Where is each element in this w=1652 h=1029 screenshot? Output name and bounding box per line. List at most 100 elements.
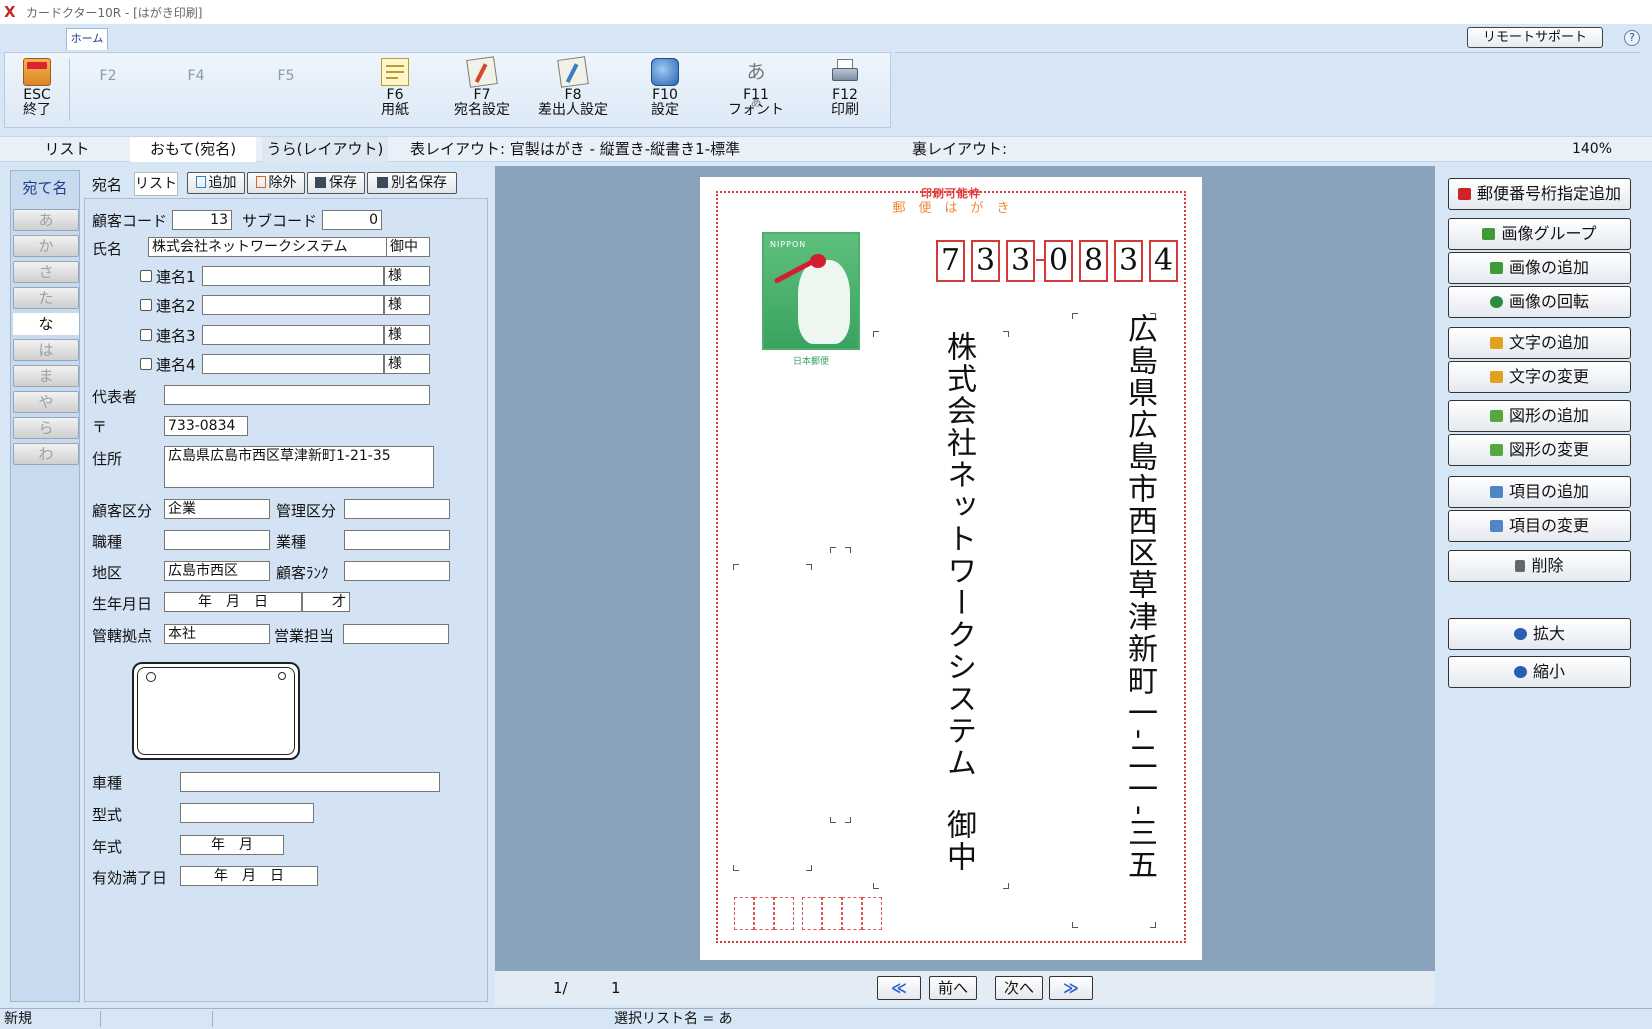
zoom-in-icon xyxy=(1513,628,1527,640)
zip-digit-add-button[interactable]: 郵便番号桁指定追加 xyxy=(1448,178,1631,210)
representative-field[interactable] xyxy=(164,385,430,405)
tab-back-layout[interactable]: うら(レイアウト) xyxy=(262,137,388,162)
tab-home[interactable]: ホーム xyxy=(66,28,108,50)
shape-edit-button[interactable]: 図形の変更 xyxy=(1448,434,1631,466)
joint-name-3-checkbox[interactable] xyxy=(140,329,152,341)
subtab-address[interactable]: 宛名 xyxy=(92,174,122,195)
area-field[interactable]: 広島市西区 xyxy=(164,561,270,581)
kana-tab-sa[interactable]: さ xyxy=(13,261,79,283)
f8-sender-setting-button[interactable]: F8 差出人設定 xyxy=(527,53,619,129)
add-button[interactable]: 追加 xyxy=(187,172,245,194)
postcard[interactable]: 印刷可能枠 郵 便 は が き NIPPON 日本郵便 7 3 3 0 8 3 … xyxy=(700,177,1202,960)
kana-tab-ra[interactable]: ら xyxy=(13,417,79,439)
zoom-out-button[interactable]: 縮小 xyxy=(1448,656,1631,688)
address-form-panel: 宛名 リスト 追加 除外 保存 別名保存 顧客コード 13 サブコード 0 氏名… xyxy=(84,170,488,1002)
expiry-field[interactable]: 年 月 日 xyxy=(180,866,318,886)
help-icon[interactable]: ? xyxy=(1624,30,1640,46)
kana-tab-na[interactable]: な xyxy=(13,313,79,335)
image-group-button[interactable]: 画像グループ xyxy=(1448,218,1631,250)
delete-button[interactable]: 削除 xyxy=(1448,550,1631,582)
tab-list[interactable]: リスト xyxy=(12,137,122,162)
industry-field[interactable] xyxy=(344,530,450,550)
image-add-button[interactable]: 画像の追加 xyxy=(1448,252,1631,284)
item-add-button[interactable]: 項目の追加 xyxy=(1448,476,1631,508)
joint-name-1-field[interactable] xyxy=(202,266,384,286)
joint-name-2-field[interactable] xyxy=(202,295,384,315)
zip-field[interactable]: 733-0834 xyxy=(164,416,248,436)
f4-button[interactable]: F4 xyxy=(165,53,227,129)
joint-name-2-honorific[interactable]: 様 xyxy=(384,295,430,315)
name-honorific-field[interactable]: 御中 xyxy=(386,237,430,257)
f12-print-button[interactable]: F12 印刷 xyxy=(805,53,885,129)
f10-settings-button[interactable]: F10 設定 xyxy=(627,53,703,129)
joint-name-4-honorific[interactable]: 様 xyxy=(384,354,430,374)
save-button[interactable]: 保存 xyxy=(307,172,365,194)
ribbon-key: F11 xyxy=(743,87,769,103)
joint-name-3-honorific[interactable]: 様 xyxy=(384,325,430,345)
license-plate-box[interactable] xyxy=(132,662,300,760)
sub-code-field[interactable]: 0 xyxy=(322,210,382,230)
zip-hyphen xyxy=(1036,259,1044,261)
kana-tab-ka[interactable]: か xyxy=(13,235,79,257)
first-page-button[interactable]: ≪ xyxy=(877,976,921,1000)
postcard-recipient[interactable]: 株式会社ネットワークシステム xyxy=(941,331,976,779)
esc-exit-button[interactable]: ESC 終了 xyxy=(9,53,65,129)
kana-tab-ha[interactable]: は xyxy=(13,339,79,361)
text-edit-button[interactable]: 文字の変更 xyxy=(1448,361,1631,393)
kana-tab-ta[interactable]: た xyxy=(13,287,79,309)
prev-page-button[interactable]: 前へ xyxy=(929,976,977,1000)
f7-address-setting-button[interactable]: F7 宛名設定 xyxy=(441,53,523,129)
mgmt-class-field[interactable] xyxy=(344,499,450,519)
joint-name-1-checkbox[interactable] xyxy=(140,270,152,282)
kana-tab-wa[interactable]: わ xyxy=(13,443,79,465)
save-as-label: 別名保存 xyxy=(391,175,447,191)
title-bar: X カードクター10R - [はがき印刷] xyxy=(0,0,1652,24)
joint-name-2-checkbox[interactable] xyxy=(140,299,152,311)
tab-front-address[interactable]: おもて(宛名) xyxy=(130,137,256,162)
ribbon-key: ESC xyxy=(23,87,51,103)
age-field[interactable]: 才 xyxy=(302,592,350,612)
rank-field[interactable] xyxy=(344,561,450,581)
save-as-button[interactable]: 別名保存 xyxy=(367,172,457,194)
car-field[interactable] xyxy=(180,772,440,792)
f5-button[interactable]: F5 xyxy=(255,53,317,129)
back-layout-label: 裏レイアウト: xyxy=(912,140,1008,158)
customer-class-field[interactable]: 企業 xyxy=(164,499,270,519)
joint-name-1-honorific[interactable]: 様 xyxy=(384,266,430,286)
subtab-list[interactable]: リスト xyxy=(134,172,178,196)
birth-field[interactable]: 年 月 日 xyxy=(164,592,302,612)
customer-code-field[interactable]: 13 xyxy=(172,210,232,230)
joint-name-3-field[interactable] xyxy=(202,325,384,345)
joint-name-4-field[interactable] xyxy=(202,354,384,374)
f6-paper-button[interactable]: F6 用紙 xyxy=(355,53,435,129)
joint-name-4-checkbox[interactable] xyxy=(140,358,152,370)
kana-tab-a[interactable]: あ xyxy=(13,209,79,231)
status-bar: 新規 選択リスト名 = あ xyxy=(0,1008,1652,1029)
remote-support-button[interactable]: リモートサポート xyxy=(1467,27,1603,48)
remove-button[interactable]: 除外 xyxy=(247,172,305,194)
image-rotate-button[interactable]: 画像の回転 xyxy=(1448,286,1631,318)
delete-label: 削除 xyxy=(1531,556,1564,575)
job-field[interactable] xyxy=(164,530,270,550)
f2-button[interactable]: F2 xyxy=(77,53,139,129)
text-add-button[interactable]: 文字の追加 xyxy=(1448,327,1631,359)
postcard-address[interactable]: 広島県広島市西区草津新町一-二一-三五 xyxy=(1122,313,1157,881)
ribbon-label: 用紙 xyxy=(381,102,409,118)
add-label: 追加 xyxy=(208,175,237,191)
sales-field[interactable] xyxy=(343,624,449,644)
kana-tab-ya[interactable]: や xyxy=(13,391,79,413)
name-field[interactable]: 株式会社ネットワークシステム xyxy=(148,237,390,257)
shape-add-button[interactable]: 図形の追加 xyxy=(1448,400,1631,432)
next-page-button[interactable]: 次へ xyxy=(995,976,1043,1000)
f11-font-button[interactable]: ああ F11 フォント xyxy=(715,53,797,129)
year-field[interactable]: 年 月 xyxy=(180,835,284,855)
zoom-in-button[interactable]: 拡大 xyxy=(1448,618,1631,650)
postcard-honorific[interactable]: 御中 xyxy=(941,809,976,873)
add-doc-icon xyxy=(195,176,206,188)
model-field[interactable] xyxy=(180,803,314,823)
base-field[interactable]: 本社 xyxy=(164,624,270,644)
last-page-button[interactable]: ≫ xyxy=(1049,976,1093,1000)
kana-tab-ma[interactable]: ま xyxy=(13,365,79,387)
address-field[interactable]: 広島県広島市西区草津新町1-21-35 xyxy=(164,446,434,488)
item-edit-button[interactable]: 項目の変更 xyxy=(1448,510,1631,542)
